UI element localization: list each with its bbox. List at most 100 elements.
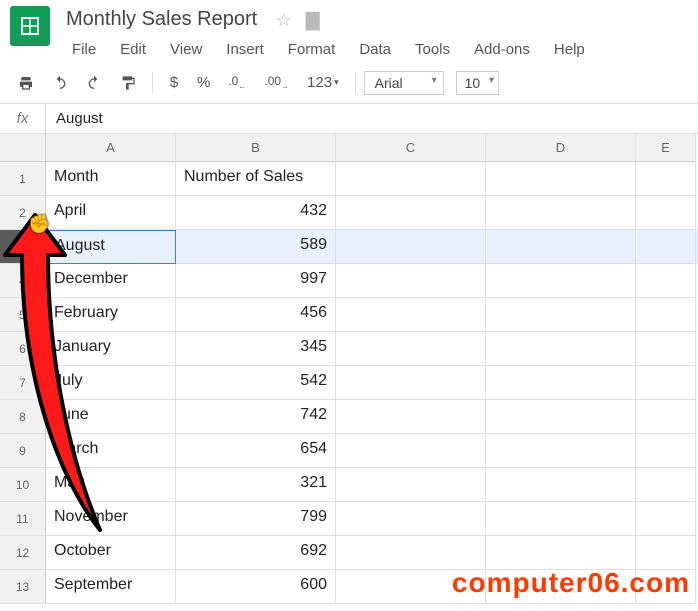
row-header-7[interactable]: 7 [0, 366, 46, 400]
font-size-select[interactable]: 10 [456, 71, 500, 95]
cell[interactable] [336, 298, 486, 332]
row-header-13[interactable]: 13 [0, 570, 46, 604]
cell[interactable] [486, 468, 636, 502]
cell[interactable]: September [46, 570, 176, 604]
col-header-D[interactable]: D [486, 134, 636, 162]
cell[interactable] [636, 536, 696, 570]
cell[interactable]: 742 [176, 400, 336, 434]
cell[interactable]: February [46, 298, 176, 332]
cell[interactable]: 692 [176, 536, 336, 570]
col-header-B[interactable]: B [176, 134, 336, 162]
cell[interactable] [636, 230, 696, 264]
cell[interactable] [486, 264, 636, 298]
cell[interactable] [636, 366, 696, 400]
cell[interactable] [636, 264, 696, 298]
cell[interactable] [636, 434, 696, 468]
cell[interactable]: 600 [176, 570, 336, 604]
cell[interactable] [336, 536, 486, 570]
col-header-E[interactable]: E [636, 134, 696, 162]
cell[interactable] [636, 502, 696, 536]
cell[interactable] [636, 196, 696, 230]
menu-insert[interactable]: Insert [216, 37, 274, 62]
cell[interactable] [336, 400, 486, 434]
cell[interactable] [486, 230, 636, 264]
cell[interactable] [636, 468, 696, 502]
cell[interactable]: April [46, 196, 176, 230]
cell[interactable] [336, 366, 486, 400]
row-header-6[interactable]: 6 [0, 332, 46, 366]
cell[interactable] [486, 400, 636, 434]
cell[interactable]: October [46, 536, 176, 570]
star-icon[interactable]: ☆ [276, 10, 292, 31]
col-header-C[interactable]: C [336, 134, 486, 162]
cell[interactable]: Number of Sales [176, 162, 336, 196]
paint-format-icon[interactable] [112, 69, 144, 97]
cell[interactable]: June [46, 400, 176, 434]
cell[interactable] [336, 332, 486, 366]
cell[interactable] [636, 332, 696, 366]
cell[interactable] [636, 400, 696, 434]
row-header-4[interactable]: 4 [0, 264, 46, 298]
row-header-11[interactable]: 11 [0, 502, 46, 536]
cell[interactable] [336, 230, 486, 264]
cell[interactable]: August [46, 230, 176, 264]
undo-icon[interactable] [44, 69, 76, 97]
cell[interactable]: 654 [176, 434, 336, 468]
cell[interactable] [486, 196, 636, 230]
cell[interactable] [336, 434, 486, 468]
cell[interactable]: 997 [176, 264, 336, 298]
document-title[interactable]: Monthly Sales Report [62, 6, 261, 33]
cell[interactable] [486, 332, 636, 366]
menu-data[interactable]: Data [349, 37, 401, 62]
menu-file[interactable]: File [62, 37, 106, 62]
cell[interactable]: 432 [176, 196, 336, 230]
cell[interactable] [336, 502, 486, 536]
row-header-1[interactable]: 1 [0, 162, 46, 196]
formula-input[interactable]: August [46, 104, 698, 133]
menu-help[interactable]: Help [544, 37, 595, 62]
cell[interactable]: 345 [176, 332, 336, 366]
cell[interactable]: November [46, 502, 176, 536]
cell[interactable] [636, 162, 696, 196]
cell[interactable]: March [46, 434, 176, 468]
row-header-12[interactable]: 12 [0, 536, 46, 570]
print-icon[interactable] [10, 69, 42, 97]
font-family-select[interactable]: Arial [364, 71, 444, 95]
percent-button[interactable]: % [189, 68, 218, 97]
cell[interactable] [486, 162, 636, 196]
col-header-A[interactable]: A [46, 134, 176, 162]
cell[interactable] [486, 536, 636, 570]
cell[interactable] [486, 502, 636, 536]
increase-decimal-button[interactable]: .00→ [256, 68, 297, 96]
cell[interactable]: July [46, 366, 176, 400]
cell[interactable]: Month [46, 162, 176, 196]
row-header-3[interactable]: 3 [0, 230, 46, 264]
cell[interactable]: 799 [176, 502, 336, 536]
row-header-10[interactable]: 10 [0, 468, 46, 502]
menu-edit[interactable]: Edit [110, 37, 156, 62]
cell[interactable] [336, 196, 486, 230]
select-all-corner[interactable] [0, 134, 46, 162]
cell[interactable] [336, 264, 486, 298]
cell[interactable] [486, 298, 636, 332]
decrease-decimal-button[interactable]: .0← [220, 68, 254, 96]
cell[interactable] [486, 434, 636, 468]
cell[interactable]: December [46, 264, 176, 298]
number-format-button[interactable]: 123▾ [299, 68, 347, 97]
cell[interactable]: January [46, 332, 176, 366]
cell[interactable]: May [46, 468, 176, 502]
row-header-8[interactable]: 8 [0, 400, 46, 434]
menu-addons[interactable]: Add-ons [464, 37, 540, 62]
cell[interactable] [486, 366, 636, 400]
cell[interactable]: 321 [176, 468, 336, 502]
redo-icon[interactable] [78, 69, 110, 97]
folder-icon[interactable]: ▇ [306, 10, 320, 31]
cell[interactable]: 589 [176, 230, 336, 264]
row-header-9[interactable]: 9 [0, 434, 46, 468]
menu-format[interactable]: Format [278, 37, 346, 62]
cell[interactable] [636, 298, 696, 332]
menu-view[interactable]: View [160, 37, 212, 62]
cell[interactable]: 542 [176, 366, 336, 400]
cell[interactable] [336, 468, 486, 502]
currency-button[interactable]: $ [161, 68, 187, 97]
